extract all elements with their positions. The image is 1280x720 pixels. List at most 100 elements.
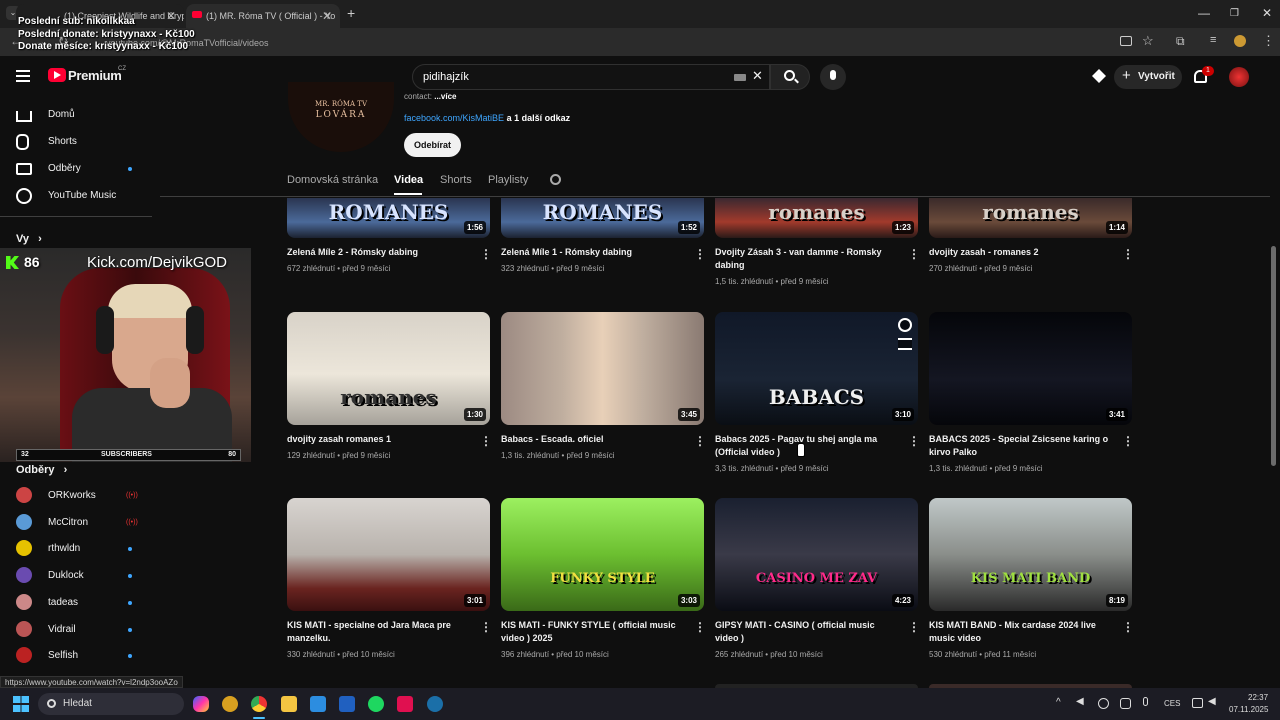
extensions-icon[interactable]: ⧉ bbox=[1176, 34, 1185, 49]
video-title[interactable]: Zelená Míle 1 - Rómsky dabing bbox=[501, 246, 681, 259]
video-options-icon[interactable]: ⋮ bbox=[694, 620, 706, 634]
video-thumbnail[interactable]: KIS MATI BAND 8:19 bbox=[929, 498, 1132, 611]
channel-search-icon[interactable] bbox=[550, 174, 561, 185]
minimize-icon[interactable]: — bbox=[1198, 6, 1210, 20]
mail-icon[interactable] bbox=[339, 696, 355, 712]
video-options-icon[interactable]: ⋮ bbox=[480, 247, 492, 261]
network-icon[interactable] bbox=[1192, 698, 1203, 708]
video-title[interactable]: KIS MATI - FUNKY STYLE ( official music … bbox=[501, 619, 681, 645]
video-thumbnail[interactable]: ROMANES 1:56 bbox=[287, 198, 490, 238]
channel-avatar bbox=[16, 513, 32, 530]
video-title[interactable]: Babacs - Escada. oficiel bbox=[501, 433, 681, 446]
video-options-icon[interactable]: ⋮ bbox=[908, 247, 920, 261]
speaker-icon[interactable]: ◀ bbox=[1076, 696, 1084, 707]
clear-search-icon[interactable]: ✕ bbox=[752, 68, 763, 84]
voice-search-button[interactable] bbox=[820, 64, 846, 90]
subscribe-button[interactable]: Odebírat bbox=[404, 133, 461, 157]
new-tab-button[interactable]: + bbox=[347, 5, 355, 21]
video-thumbnail[interactable]: 3:41 bbox=[929, 312, 1132, 425]
youtube-logo[interactable] bbox=[48, 68, 66, 82]
url-field[interactable]: youtube.com/@MrRomaTVofficial/videos bbox=[96, 34, 1106, 52]
video-thumbnail[interactable]: 3:01 bbox=[287, 498, 490, 611]
video-options-icon[interactable]: ⋮ bbox=[694, 247, 706, 261]
video-options-icon[interactable]: ⋮ bbox=[908, 434, 920, 448]
cast-icon[interactable] bbox=[1120, 36, 1132, 46]
video-thumbnail[interactable]: BABACS 3:10 bbox=[715, 312, 918, 425]
video-options-icon[interactable]: ⋮ bbox=[908, 620, 920, 634]
watch-later-icon[interactable] bbox=[898, 318, 912, 332]
account-avatar[interactable] bbox=[1229, 67, 1249, 87]
facebook-link[interactable]: facebook.com/KisMatiBE bbox=[404, 113, 504, 123]
video-title[interactable]: Dvojity Zásah 3 - van damme - Romsky dab… bbox=[715, 246, 895, 272]
add-to-queue-icon[interactable] bbox=[898, 338, 912, 350]
more-links[interactable]: a 1 další odkaz bbox=[507, 113, 571, 123]
tab-shorts[interactable]: Shorts bbox=[440, 174, 472, 186]
video-title[interactable]: Zelená Míle 2 - Rómsky dabing bbox=[287, 246, 467, 259]
profile-icon[interactable] bbox=[1234, 35, 1246, 47]
browser-tab-2[interactable]: (1) MR. Róma TV ( Official ) - Yo ✕ bbox=[186, 4, 340, 28]
windows-start-icon[interactable] bbox=[13, 696, 29, 712]
video-title[interactable]: dvojity zasah - romanes 2 bbox=[929, 246, 1109, 259]
tab-label: (1) MR. Róma TV ( Official ) - Yo bbox=[206, 11, 336, 21]
tab-search-icon[interactable]: ≡ bbox=[1210, 34, 1216, 46]
video-thumbnail[interactable]: romanes 1:14 bbox=[929, 198, 1132, 238]
store-icon[interactable] bbox=[310, 696, 326, 712]
language-indicator[interactable]: CES bbox=[1164, 699, 1180, 708]
video-options-icon[interactable]: ⋮ bbox=[480, 620, 492, 634]
chrome-icon[interactable] bbox=[251, 696, 267, 712]
video-thumbnail[interactable]: romanes 1:23 bbox=[715, 198, 918, 238]
meta-separator: • bbox=[773, 464, 781, 473]
hamburger-menu-icon[interactable] bbox=[16, 70, 30, 82]
tab-home[interactable]: Domovská stránka bbox=[287, 174, 378, 186]
page-scrollbar[interactable] bbox=[1271, 246, 1276, 466]
tray-chevron-icon[interactable]: ^ bbox=[1056, 697, 1061, 708]
channel-avatar bbox=[16, 647, 32, 664]
video-options-icon[interactable]: ⋮ bbox=[1122, 620, 1134, 634]
keyboard-icon[interactable] bbox=[734, 74, 746, 81]
tray-app-icon[interactable] bbox=[1120, 698, 1131, 709]
tab-playlists[interactable]: Playlisty bbox=[488, 174, 528, 186]
create-button[interactable]: + Vytvořit bbox=[1114, 65, 1182, 89]
search-button[interactable] bbox=[770, 64, 810, 90]
browser-menu-icon[interactable]: ⋮ bbox=[1262, 33, 1275, 49]
tiktok-icon[interactable] bbox=[397, 696, 413, 712]
widgets-icon[interactable] bbox=[222, 696, 238, 712]
microphone-tray-icon[interactable] bbox=[1143, 697, 1148, 706]
video-title[interactable]: Babacs 2025 - Pagav tu shej angla ma (Of… bbox=[715, 433, 895, 459]
tab-videos[interactable]: Videa bbox=[394, 174, 423, 186]
video-title[interactable]: GIPSY MATI - CASINO ( official music vid… bbox=[715, 619, 895, 645]
video-title[interactable]: dvojity zasah romanes 1 bbox=[287, 433, 467, 446]
video-thumbnail[interactable]: FUNKY STYLE 3:03 bbox=[501, 498, 704, 611]
bookmark-star-icon[interactable]: ☆ bbox=[1142, 33, 1154, 49]
close-icon[interactable]: ✕ bbox=[166, 9, 176, 23]
file-explorer-icon[interactable] bbox=[281, 696, 297, 712]
taskbar-search[interactable]: Hledat bbox=[38, 693, 184, 715]
more-link[interactable]: ...více bbox=[434, 92, 456, 101]
tray-app-icon[interactable] bbox=[1098, 698, 1109, 709]
close-window-icon[interactable]: ✕ bbox=[1262, 6, 1272, 20]
restore-icon[interactable]: ❐ bbox=[1230, 8, 1239, 19]
copilot-icon[interactable] bbox=[193, 696, 209, 712]
video-options-icon[interactable]: ⋮ bbox=[1122, 434, 1134, 448]
video-title[interactable]: KIS MATI - specialne od Jara Maca pre ma… bbox=[287, 619, 467, 645]
sidebar-subscriptions-heading[interactable]: Odběry › bbox=[16, 464, 67, 476]
video-thumbnail[interactable]: 3:45 bbox=[501, 312, 704, 425]
sidebar-you-heading[interactable]: Vy › bbox=[16, 233, 42, 245]
volume-icon[interactable]: ◀ bbox=[1208, 696, 1216, 707]
clock-time[interactable]: 22:37 bbox=[1248, 693, 1268, 702]
channel-name: Vidrail bbox=[48, 623, 76, 635]
video-options-icon[interactable]: ⋮ bbox=[694, 434, 706, 448]
video-thumbnail[interactable]: romanes 1:30 bbox=[287, 312, 490, 425]
video-title[interactable]: KIS MATI BAND - Mix cardase 2024 live mu… bbox=[929, 619, 1109, 645]
video-options-icon[interactable]: ⋮ bbox=[1122, 247, 1134, 261]
search-input[interactable]: pidihajzík bbox=[412, 64, 770, 90]
spotify-icon[interactable] bbox=[368, 696, 384, 712]
close-icon[interactable]: ✕ bbox=[322, 9, 332, 23]
clock-date[interactable]: 07.11.2025 bbox=[1229, 705, 1268, 714]
video-thumbnail[interactable]: CASINO ME ZAV 4:23 bbox=[715, 498, 918, 611]
video-thumbnail[interactable]: ROMANES 1:52 bbox=[501, 198, 704, 238]
video-options-icon[interactable]: ⋮ bbox=[480, 434, 492, 448]
thumbnail-caption: BABACS bbox=[768, 385, 865, 409]
steam-icon[interactable] bbox=[427, 696, 443, 712]
video-title[interactable]: BABACS 2025 - Special Zsicsene karing o … bbox=[929, 433, 1109, 459]
